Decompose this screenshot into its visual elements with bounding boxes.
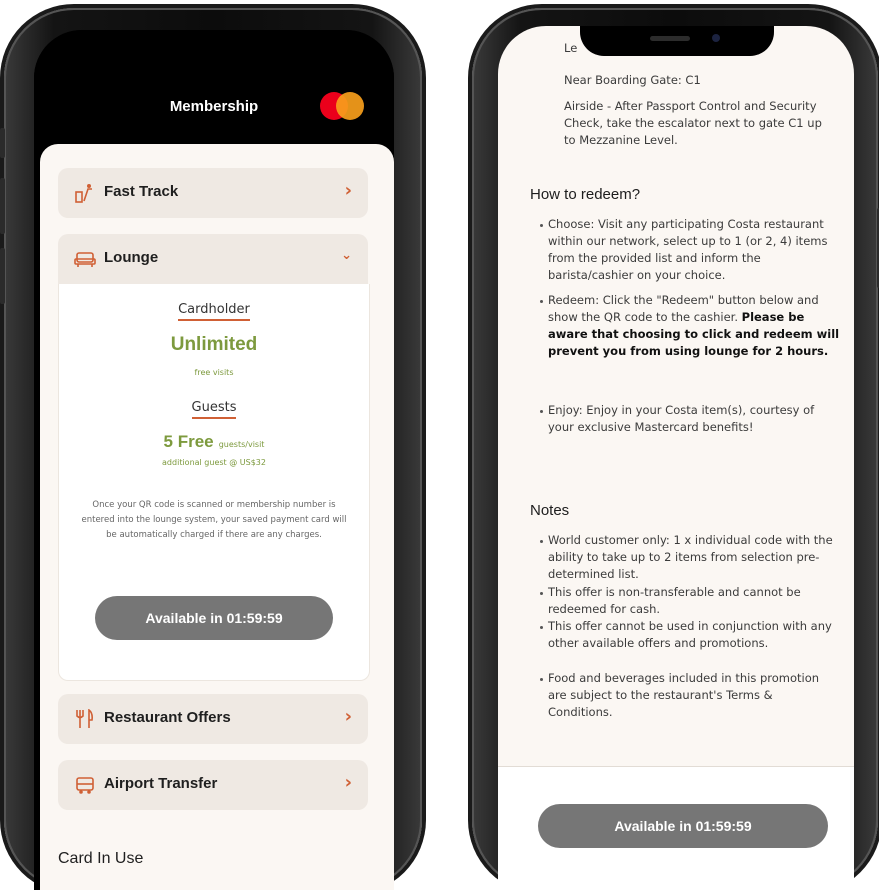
guests-unit: guests/visit [218, 440, 265, 449]
airport-transfer-item[interactable]: Airport Transfer › [58, 760, 368, 810]
how-to-redeem-title: How to redeem? [530, 186, 641, 203]
bullet [540, 540, 543, 543]
note-item: This offer cannot be used in conjunction… [548, 619, 832, 650]
chevron-right-icon: › [344, 706, 352, 727]
lounge-sofa-icon [74, 252, 96, 267]
volume-up-button [0, 178, 5, 234]
right-screen: Le Near Boarding Gate: C1 Airside - Afte… [498, 26, 854, 890]
location-label: Le [564, 41, 578, 55]
guests-line: 5 Free guests/visit [59, 432, 369, 452]
car-icon [76, 777, 94, 794]
fast-track-label: Fast Track [104, 183, 179, 200]
guests-label: Guests [191, 400, 237, 419]
volume-down-button [0, 248, 5, 304]
redeem-step: Redeem: Click the "Redeem" button below … [548, 292, 840, 360]
location-gate: Near Boarding Gate: C1 [564, 73, 701, 87]
chevron-down-icon: ⌄ [341, 248, 352, 263]
bullet [540, 410, 543, 413]
right-phone-frame: Le Near Boarding Gate: C1 Airside - Afte… [472, 8, 879, 890]
lounge-details: Cardholder Unlimited free visits Guests … [58, 284, 370, 681]
chevron-right-icon: › [344, 772, 352, 793]
restaurant-offers-label: Restaurant Offers [104, 709, 231, 726]
left-phone-frame: Membership Fast Track › Lounge ⌄ Cardhol… [0, 8, 422, 890]
bullet [540, 300, 543, 303]
fast-track-item[interactable]: Fast Track › [58, 168, 368, 218]
cardholder-sub: free visits [194, 368, 234, 377]
guests-value: 5 Free [163, 432, 214, 451]
bullet [540, 678, 543, 681]
cardholder-heading: Cardholder [59, 302, 369, 321]
chevron-right-icon: › [344, 180, 352, 201]
note-item: Food and beverages included in this prom… [548, 671, 820, 719]
bullet [540, 626, 543, 629]
note-item: This offer is non-transferable and canno… [548, 585, 801, 616]
redeem-choose: Choose: Visit any participating Costa re… [548, 217, 828, 282]
available-button[interactable]: Available in 01:59:59 [538, 804, 828, 848]
bullet [540, 224, 543, 227]
fast-track-icon [75, 184, 92, 203]
mute-switch [0, 128, 5, 158]
card-in-use-heading: Card In Use [58, 850, 144, 867]
redeem-enjoy: Enjoy: Enjoy in your Costa item(s), cour… [548, 403, 815, 434]
location-directions: Airside - After Passport Control and Sec… [564, 99, 822, 147]
lounge-label: Lounge [104, 249, 159, 266]
guests-extra: additional guest @ US$32 [162, 458, 266, 467]
lounge-notice: Once your QR code is scanned or membersh… [81, 500, 347, 540]
cardholder-label: Cardholder [178, 302, 250, 321]
restaurant-offers-item[interactable]: Restaurant Offers › [58, 694, 368, 744]
bullet [540, 592, 543, 595]
left-screen: Membership Fast Track › Lounge ⌄ Cardhol… [34, 30, 394, 890]
lounge-item[interactable]: Lounge ⌄ [58, 234, 368, 284]
airport-transfer-label: Airport Transfer [104, 775, 218, 792]
cardholder-value: Unlimited [170, 334, 258, 355]
guests-heading: Guests [59, 400, 369, 419]
fork-knife-icon [76, 709, 93, 728]
note-item: World customer only: 1 x individual code… [548, 533, 833, 581]
notes-title: Notes [530, 502, 570, 519]
mastercard-logo [320, 92, 366, 120]
lounge-available-button[interactable]: Available in 01:59:59 [95, 596, 333, 640]
